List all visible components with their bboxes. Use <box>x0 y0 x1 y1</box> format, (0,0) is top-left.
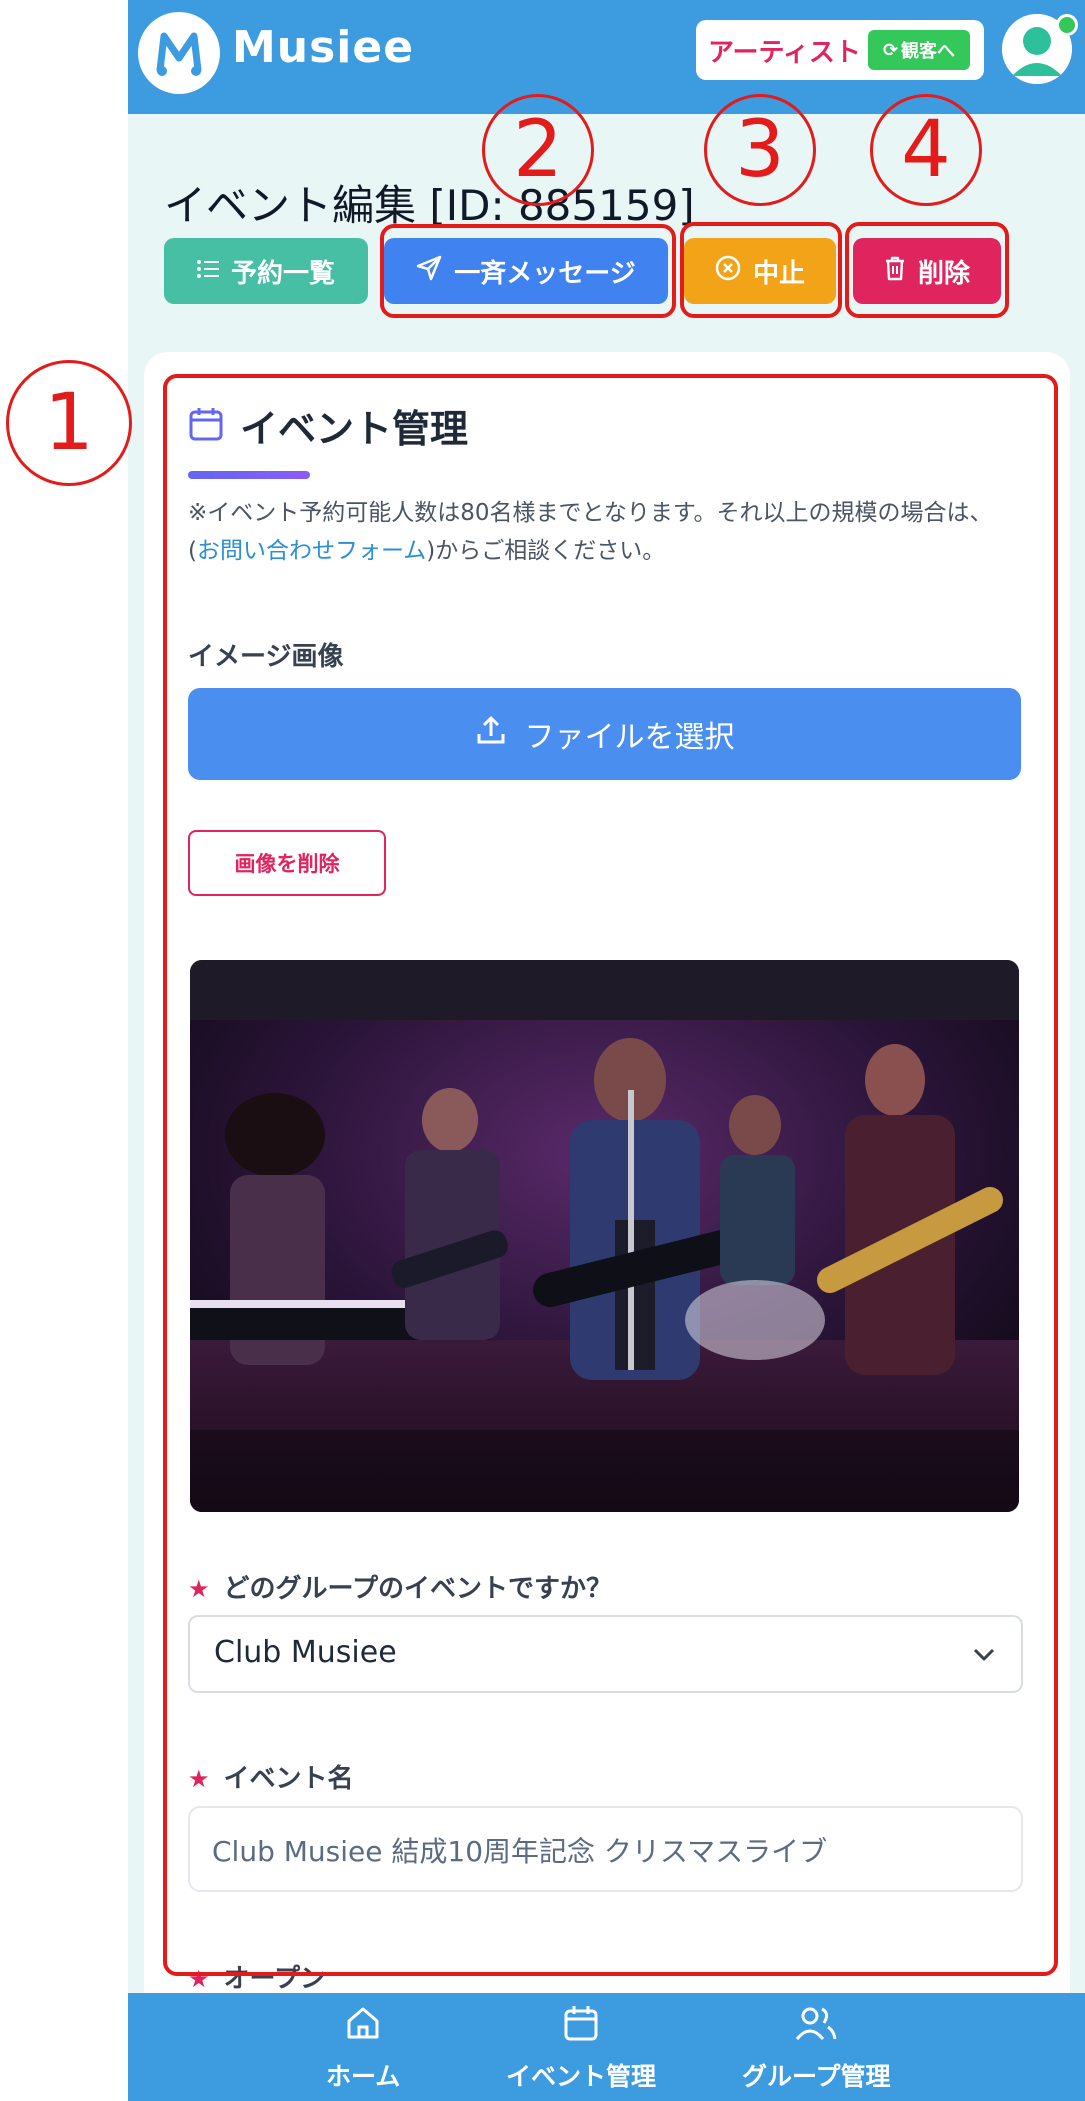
annotation-marker-3: 3 <box>704 94 816 206</box>
switch-to-audience-button[interactable]: ⟳ 観客へ <box>868 30 970 70</box>
users-icon <box>794 2003 838 2049</box>
nav-groups-label: グループ管理 <box>742 2062 891 2091</box>
switch-label: 観客へ <box>901 41 956 62</box>
annotation-marker-4: 4 <box>870 94 982 206</box>
annotation-marker-1: 1 <box>6 360 132 486</box>
reservations-list-button[interactable]: 予約一覧 <box>164 238 368 304</box>
nav-home-label: ホーム <box>326 2062 401 2091</box>
annotation-box-3 <box>680 222 842 318</box>
annotation-box-4 <box>845 222 1009 318</box>
role-switcher: アーティスト ⟳ 観客へ <box>696 20 984 80</box>
home-icon <box>343 2003 383 2049</box>
bottom-navigation: ホーム イベント管理 グループ管理 <box>128 1993 1085 2101</box>
app-name: Musiee <box>232 22 415 73</box>
current-role-label: アーティスト <box>708 38 861 68</box>
refresh-icon: ⟳ <box>882 39 899 61</box>
online-status-dot <box>1056 14 1078 36</box>
annotation-box-2 <box>380 224 676 318</box>
calendar-icon <box>561 2003 601 2049</box>
musiee-logo-icon[interactable] <box>138 12 220 94</box>
annotation-marker-2: 2 <box>482 94 594 206</box>
nav-item-home[interactable]: ホーム <box>326 2003 400 2093</box>
nav-item-groups[interactable]: グループ管理 <box>742 2003 891 2093</box>
list-icon <box>196 256 219 286</box>
nav-events-label: イベント管理 <box>506 2062 657 2091</box>
reservations-list-label: 予約一覧 <box>230 258 335 289</box>
nav-item-events[interactable]: イベント管理 <box>506 2003 656 2093</box>
annotation-box-1 <box>163 374 1058 1976</box>
